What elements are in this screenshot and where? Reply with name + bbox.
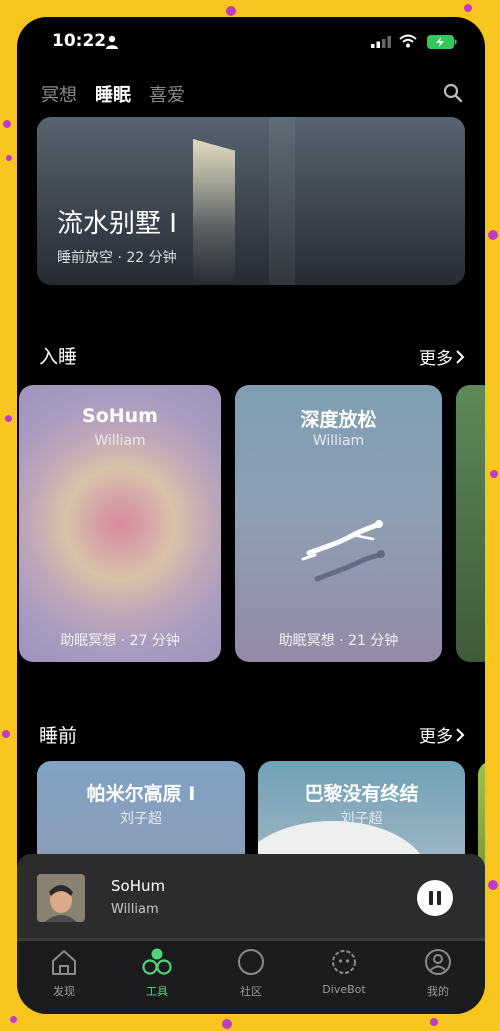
frame-dot: [3, 120, 11, 128]
tab-favorites[interactable]: 喜爱: [149, 81, 185, 107]
card-title: 深度放松: [300, 409, 377, 431]
frame-dot: [5, 415, 12, 422]
banner-subtitle: 睡前放空 · 22 分钟: [57, 250, 177, 266]
nav-label: 发现: [53, 985, 75, 998]
sleep-card-sohum[interactable]: SoHum William 助眠冥想 · 27 分钟: [19, 385, 221, 662]
search-icon[interactable]: [443, 83, 463, 103]
sleep-card-deep-relax[interactable]: 深度放松 William 助眠冥想 · 21 分钟: [235, 385, 442, 662]
section-title-sleep: 入睡: [39, 346, 78, 368]
nav-label: 工具: [146, 985, 168, 998]
phone-screen: 10:22 冥想 睡眠 喜爱 流水别墅 I 睡前放空 · 22 分钟 入睡 更多…: [17, 17, 485, 1014]
pause-button[interactable]: [417, 880, 453, 916]
sleep-more-link[interactable]: 更多: [419, 344, 465, 369]
status-bar: 10:22: [17, 31, 485, 55]
top-tab-bar: 冥想 睡眠 喜爱: [41, 81, 185, 107]
banner-light-beam: [193, 139, 235, 285]
chevron-right-icon: [456, 349, 465, 364]
nav-label: DiveBot: [322, 983, 366, 996]
frame-dot: [464, 4, 472, 12]
frame-dot: [430, 1018, 438, 1026]
track-artwork: [37, 874, 85, 922]
card-title: 巴黎没有终结: [304, 783, 419, 805]
tab-meditation[interactable]: 冥想: [41, 81, 77, 107]
banner-decoration: [269, 117, 295, 285]
tab-sleep[interactable]: 睡眠: [95, 81, 131, 107]
frame-dot: [6, 155, 12, 161]
card-title: SoHum: [82, 405, 158, 427]
player-track-title: SoHum: [111, 877, 166, 895]
card-author: William: [312, 433, 365, 449]
nav-label: 社区: [240, 985, 262, 998]
player-track-artist: William: [111, 902, 159, 917]
nav-tools[interactable]: 工具: [122, 947, 192, 999]
frame-dot: [490, 470, 498, 478]
frame-dot: [488, 880, 498, 890]
sleep-card-partial[interactable]: [456, 385, 485, 662]
person-icon: [106, 35, 118, 49]
floating-figure-illustration: [301, 520, 385, 582]
circle-icon: [238, 949, 264, 975]
featured-banner[interactable]: 流水别墅 I 睡前放空 · 22 分钟: [37, 117, 465, 285]
banner-title: 流水别墅 I: [57, 209, 177, 239]
card-meta: 助眠冥想 · 21 分钟: [278, 633, 399, 649]
bottom-nav: 发现 工具 社区 DiveBot 我的: [17, 938, 485, 1014]
more-label: 更多: [419, 349, 453, 369]
nav-community[interactable]: 社区: [216, 947, 286, 999]
artwork-portrait-image: [37, 874, 85, 922]
card-author: 刘子超: [340, 811, 383, 827]
bot-icon: [332, 950, 356, 974]
section-title-bedtime: 睡前: [39, 725, 78, 747]
status-time: 10:22: [52, 31, 107, 51]
frame-dot: [488, 230, 498, 240]
card-meta: 助眠冥想 · 27 分钟: [60, 633, 180, 649]
tools-icon: [142, 948, 172, 975]
frame-dot: [10, 1016, 17, 1023]
chevron-right-icon: [456, 727, 465, 742]
frame-dot: [222, 1019, 232, 1029]
profile-icon: [425, 949, 451, 975]
mini-player[interactable]: SoHum William: [17, 854, 485, 938]
frame-dot: [226, 6, 236, 16]
wifi-icon: [399, 34, 417, 48]
frame-dot: [2, 730, 10, 738]
bedtime-card-partial[interactable]: [478, 761, 485, 871]
nav-divebot[interactable]: DiveBot: [309, 947, 379, 996]
card-author: 刘子超: [120, 811, 162, 827]
house-icon: [52, 950, 76, 975]
signal-icon: [371, 36, 391, 48]
battery-charging-icon: [427, 35, 457, 49]
more-label: 更多: [419, 727, 453, 747]
nav-label: 我的: [427, 985, 449, 998]
nav-discover[interactable]: 发现: [29, 947, 99, 999]
card-author: William: [94, 433, 146, 449]
nav-profile[interactable]: 我的: [403, 947, 473, 999]
bedtime-more-link[interactable]: 更多: [419, 722, 465, 747]
card-title: 帕米尔高原 I: [86, 783, 196, 805]
